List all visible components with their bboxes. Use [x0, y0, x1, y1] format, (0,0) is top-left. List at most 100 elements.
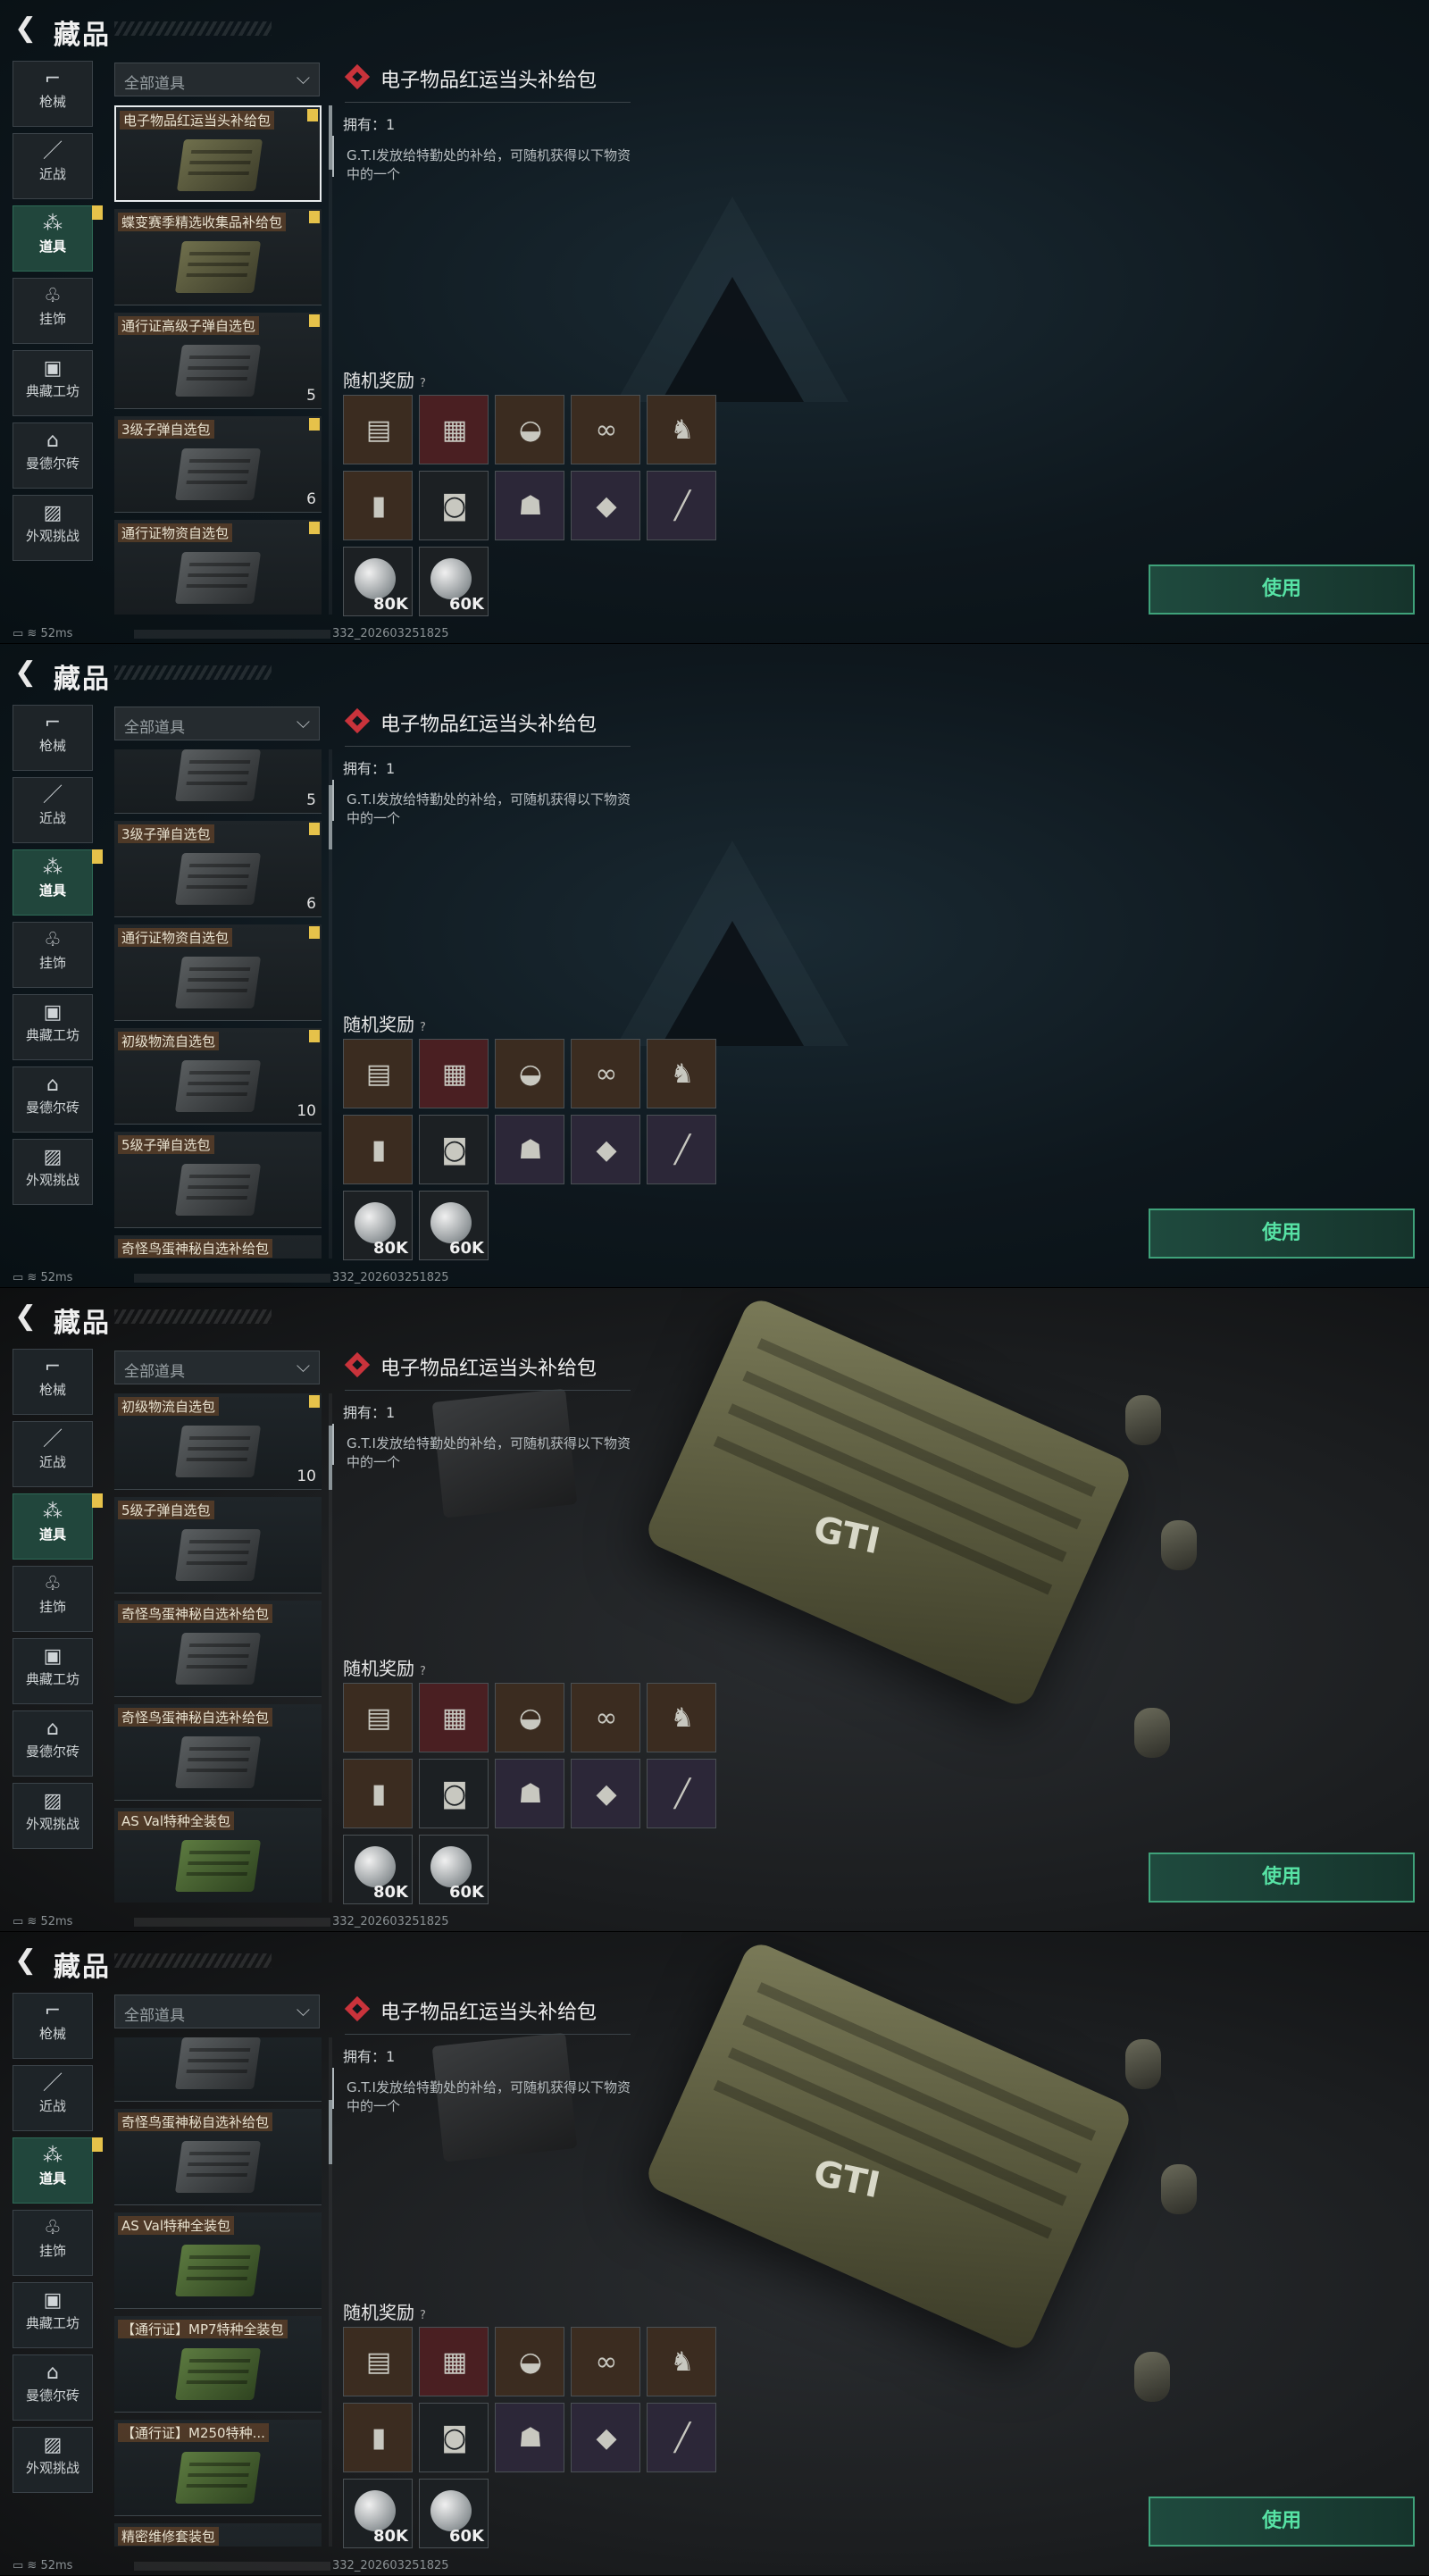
list-item[interactable]: AS Val特种全装包: [114, 2212, 322, 2309]
list-item[interactable]: 奇怪鸟蛋神秘自选补给包: [114, 1704, 322, 1801]
nav-item-3[interactable]: ♧ 挂饰: [13, 278, 93, 344]
list-item[interactable]: 精密维修套装包: [114, 2523, 322, 2547]
nav-item-1[interactable]: ／ 近战: [13, 2065, 93, 2131]
nav-item-5[interactable]: ⌂ 曼德尔砖: [13, 422, 93, 489]
use-button[interactable]: 使用: [1149, 1209, 1415, 1259]
reward-cell[interactable]: ▤: [343, 2327, 413, 2396]
list-item[interactable]: 5: [114, 749, 322, 814]
reward-cell[interactable]: ▤: [343, 1683, 413, 1752]
list-item[interactable]: [114, 2037, 322, 2102]
reward-cell[interactable]: ▤: [343, 395, 413, 464]
list-item[interactable]: 通行证物资自选包: [114, 520, 322, 615]
use-button[interactable]: 使用: [1149, 1853, 1415, 1903]
nav-item-0[interactable]: ⌐ 枪械: [13, 1993, 93, 2059]
reward-cell[interactable]: ◙: [419, 471, 489, 540]
list-scrollbar[interactable]: [329, 2037, 332, 2547]
list-item[interactable]: 初级物流自选包 10: [114, 1028, 322, 1125]
list-item[interactable]: 【通行证】M250特种...: [114, 2420, 322, 2516]
reward-cell[interactable]: ◒: [495, 2327, 564, 2396]
reward-cell[interactable]: 80K: [343, 1191, 413, 1260]
list-item[interactable]: 蝶变赛季精选收集品补给包: [114, 209, 322, 305]
reward-cell[interactable]: ☗: [495, 2403, 564, 2472]
reward-cell[interactable]: ╱: [647, 1115, 716, 1184]
reward-cell[interactable]: ▮: [343, 1759, 413, 1828]
back-icon[interactable]: ❮: [14, 659, 39, 686]
reward-cell[interactable]: ╱: [647, 2403, 716, 2472]
nav-item-3[interactable]: ♧ 挂饰: [13, 922, 93, 988]
reward-cell[interactable]: ▦: [419, 1683, 489, 1752]
nav-item-6[interactable]: ▨ 外观挑战: [13, 2427, 93, 2493]
reward-cell[interactable]: 60K: [419, 1835, 489, 1904]
nav-item-1[interactable]: ／ 近战: [13, 133, 93, 199]
use-button[interactable]: 使用: [1149, 565, 1415, 615]
reward-cell[interactable]: ◙: [419, 2403, 489, 2472]
reward-cell[interactable]: ▤: [343, 1039, 413, 1108]
reward-cell[interactable]: ☗: [495, 471, 564, 540]
reward-cell[interactable]: 60K: [419, 547, 489, 616]
list-item[interactable]: 5级子弹自选包: [114, 1497, 322, 1593]
list-item[interactable]: 【通行证】MP7特种全装包: [114, 2316, 322, 2413]
reward-cell[interactable]: 60K: [419, 2479, 489, 2548]
reward-cell[interactable]: ◙: [419, 1759, 489, 1828]
back-icon[interactable]: ❮: [14, 1303, 39, 1330]
reward-cell[interactable]: ♞: [647, 1039, 716, 1108]
list-item[interactable]: 通行证物资自选包: [114, 924, 322, 1021]
list-item[interactable]: 初级物流自选包 10: [114, 1393, 322, 1490]
reward-cell[interactable]: 80K: [343, 547, 413, 616]
help-icon[interactable]: ?: [420, 1021, 426, 1034]
reward-cell[interactable]: ▮: [343, 1115, 413, 1184]
reward-cell[interactable]: ∞: [571, 395, 640, 464]
reward-cell[interactable]: ▦: [419, 395, 489, 464]
nav-item-6[interactable]: ▨ 外观挑战: [13, 1139, 93, 1205]
list-item[interactable]: 通行证高级子弹自选包 5: [114, 313, 322, 409]
nav-item-2[interactable]: ⁂ 道具: [13, 1493, 103, 1560]
reward-cell[interactable]: 60K: [419, 1191, 489, 1260]
nav-item-2[interactable]: ⁂ 道具: [13, 205, 103, 272]
nav-item-2[interactable]: ⁂ 道具: [13, 2137, 103, 2204]
filter-dropdown[interactable]: 全部道具 ⌵: [114, 63, 320, 96]
reward-cell[interactable]: ▮: [343, 471, 413, 540]
reward-cell[interactable]: ╱: [647, 471, 716, 540]
reward-cell[interactable]: 80K: [343, 1835, 413, 1904]
reward-cell[interactable]: ∞: [571, 2327, 640, 2396]
nav-item-4[interactable]: ▣ 典藏工坊: [13, 994, 93, 1060]
nav-item-5[interactable]: ⌂ 曼德尔砖: [13, 2354, 93, 2421]
nav-item-3[interactable]: ♧ 挂饰: [13, 1566, 93, 1632]
back-icon[interactable]: ❮: [14, 15, 39, 42]
scrollbar-thumb[interactable]: [329, 2100, 332, 2164]
reward-cell[interactable]: ▦: [419, 2327, 489, 2396]
reward-cell[interactable]: ☗: [495, 1115, 564, 1184]
nav-item-4[interactable]: ▣ 典藏工坊: [13, 1638, 93, 1704]
nav-item-5[interactable]: ⌂ 曼德尔砖: [13, 1710, 93, 1777]
filter-dropdown[interactable]: 全部道具 ⌵: [114, 1995, 320, 2028]
nav-item-2[interactable]: ⁂ 道具: [13, 849, 103, 916]
nav-item-1[interactable]: ／ 近战: [13, 777, 93, 843]
nav-item-6[interactable]: ▨ 外观挑战: [13, 1783, 93, 1849]
use-button[interactable]: 使用: [1149, 2497, 1415, 2547]
reward-cell[interactable]: ◆: [571, 471, 640, 540]
list-item[interactable]: 电子物品红运当头补给包: [114, 105, 322, 202]
list-item[interactable]: 奇怪鸟蛋神秘自选补给包: [114, 2109, 322, 2205]
back-icon[interactable]: ❮: [14, 1947, 39, 1974]
nav-item-3[interactable]: ♧ 挂饰: [13, 2210, 93, 2276]
list-item[interactable]: 奇怪鸟蛋神秘自选补给包: [114, 1235, 322, 1259]
list-item[interactable]: 3级子弹自选包 6: [114, 416, 322, 513]
reward-cell[interactable]: ♞: [647, 1683, 716, 1752]
nav-item-4[interactable]: ▣ 典藏工坊: [13, 350, 93, 416]
list-scrollbar[interactable]: [329, 1393, 332, 1903]
list-scrollbar[interactable]: [329, 105, 332, 615]
help-icon[interactable]: ?: [420, 2309, 426, 2322]
reward-cell[interactable]: ◒: [495, 1683, 564, 1752]
reward-cell[interactable]: ▮: [343, 2403, 413, 2472]
reward-cell[interactable]: ☗: [495, 1759, 564, 1828]
help-icon[interactable]: ?: [420, 377, 426, 390]
nav-item-0[interactable]: ⌐ 枪械: [13, 1349, 93, 1415]
filter-dropdown[interactable]: 全部道具 ⌵: [114, 1351, 320, 1384]
nav-item-1[interactable]: ／ 近战: [13, 1421, 93, 1487]
reward-cell[interactable]: ∞: [571, 1039, 640, 1108]
reward-cell[interactable]: ◒: [495, 395, 564, 464]
filter-dropdown[interactable]: 全部道具 ⌵: [114, 707, 320, 740]
reward-cell[interactable]: ♞: [647, 395, 716, 464]
help-icon[interactable]: ?: [420, 1665, 426, 1678]
reward-cell[interactable]: ◙: [419, 1115, 489, 1184]
